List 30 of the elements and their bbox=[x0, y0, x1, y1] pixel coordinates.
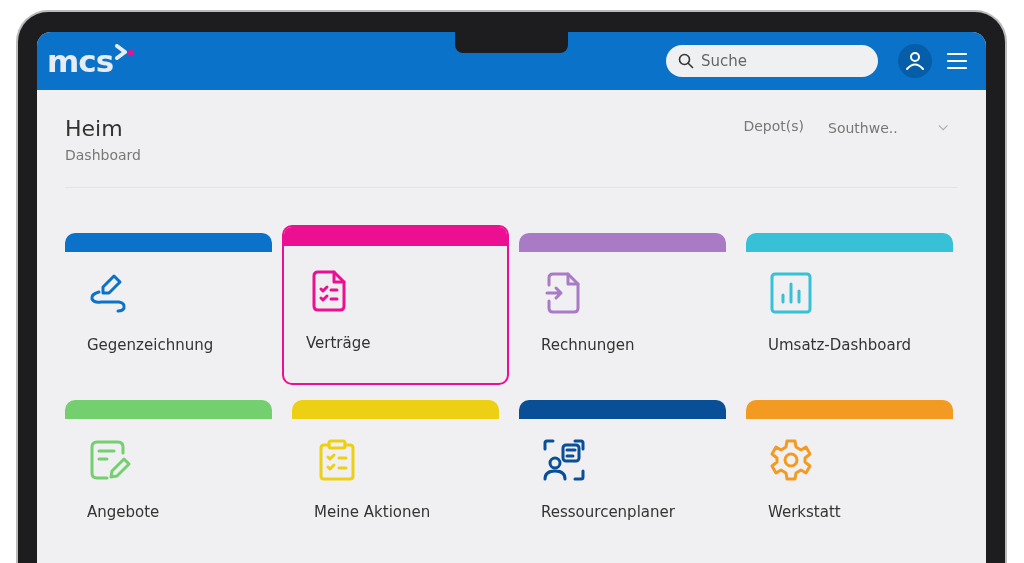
tile-label: Rechnungen bbox=[541, 336, 636, 354]
chevron-down-icon bbox=[937, 124, 948, 132]
breadcrumb: Dashboard bbox=[65, 147, 141, 163]
tile-icon bbox=[768, 270, 814, 316]
user-icon bbox=[904, 50, 926, 72]
dashboard-tile[interactable]: Rechnungen bbox=[517, 231, 728, 383]
dashboard-tile[interactable]: Werkstatt bbox=[744, 398, 955, 550]
page-title: Heim bbox=[65, 116, 124, 141]
depot-label: Depot(s) bbox=[743, 118, 804, 134]
tile-label: Ressourcenplaner bbox=[541, 503, 676, 521]
tile-label: Werkstatt bbox=[768, 503, 842, 521]
menu-button[interactable] bbox=[946, 52, 968, 70]
depot-dropdown[interactable]: Southwe.. bbox=[828, 116, 948, 136]
tile-label: Meine Aktionen bbox=[314, 503, 432, 521]
tile-label: Verträge bbox=[306, 334, 372, 352]
logo-text: mcs bbox=[47, 45, 114, 77]
search-icon bbox=[678, 53, 694, 69]
tile-icon bbox=[541, 437, 587, 483]
dashboard-tile[interactable]: Ressourcenplaner bbox=[517, 398, 728, 550]
tile-label: Umsatz-Dashboard bbox=[768, 336, 913, 354]
dashboard-tile[interactable]: Umsatz-Dashboard bbox=[744, 231, 955, 383]
search-field[interactable]: Suche bbox=[666, 45, 878, 77]
user-avatar-button[interactable] bbox=[898, 44, 932, 78]
dashboard-tile[interactable]: Gegenzeichnung bbox=[63, 231, 274, 383]
tile-label: Gegenzeichnung bbox=[87, 336, 215, 354]
dashboard-tile[interactable]: Meine Aktionen bbox=[290, 398, 501, 550]
dashboard-tile[interactable]: Angebote bbox=[63, 398, 274, 550]
tile-label: Angebote bbox=[87, 503, 161, 521]
tile-icon bbox=[768, 437, 814, 483]
dashboard-tile[interactable]: Verträge bbox=[282, 225, 509, 385]
